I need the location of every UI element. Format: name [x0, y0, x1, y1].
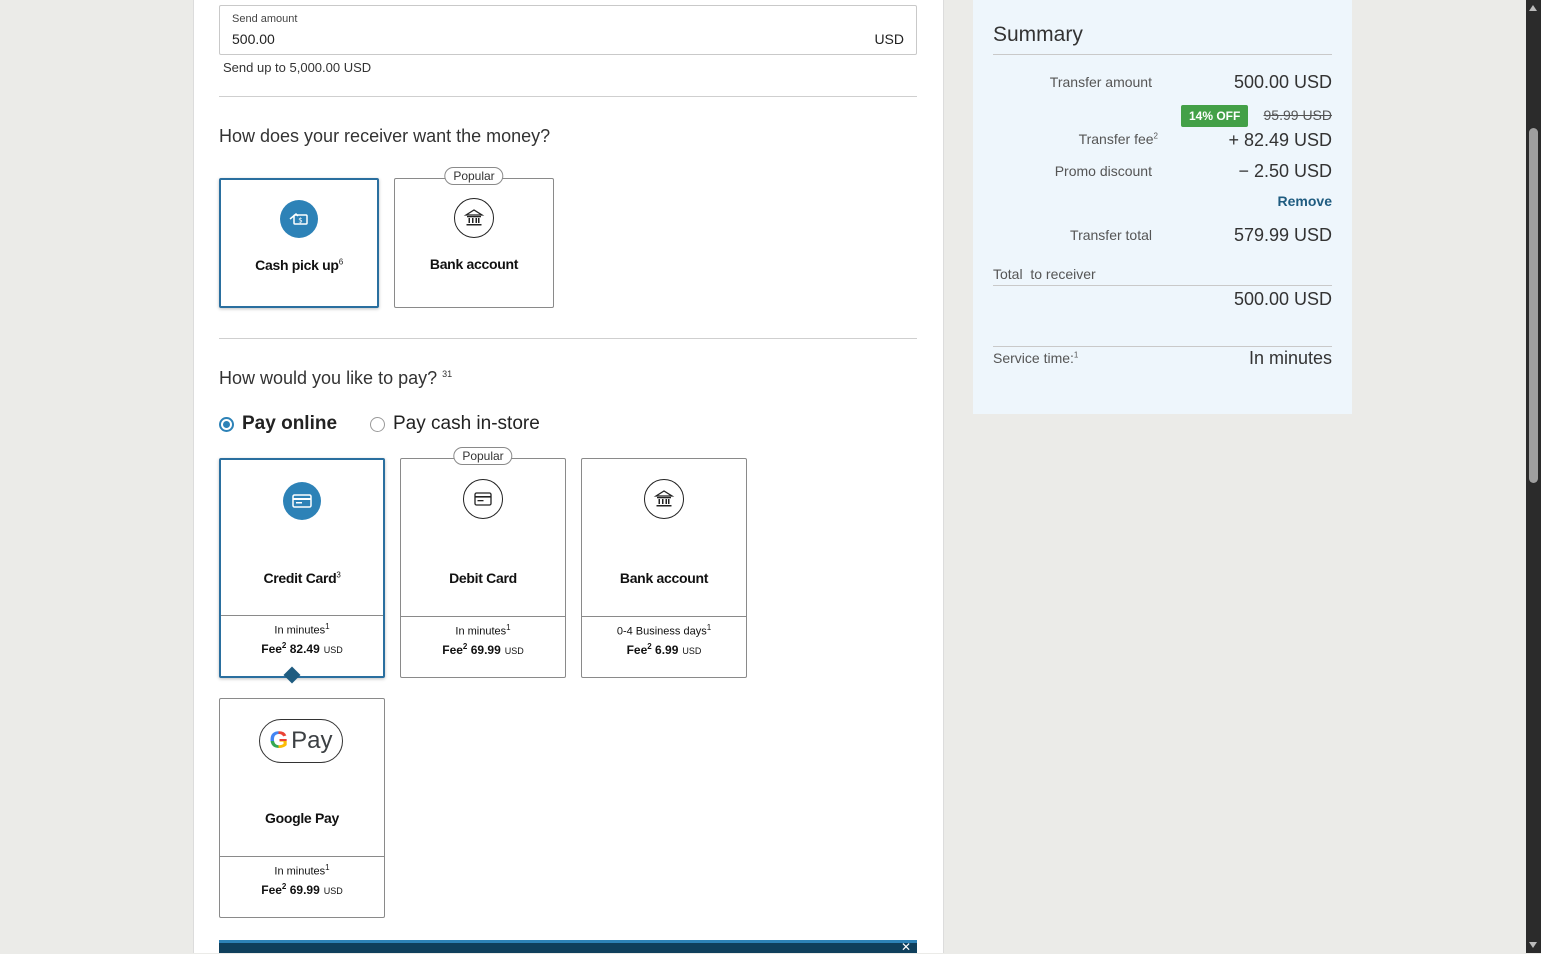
scroll-thumb[interactable] [1529, 128, 1538, 483]
credit-card-icon [283, 482, 321, 520]
divider [219, 96, 917, 97]
footnote-marker: 3 [336, 570, 341, 580]
original-fee: 95.99 USD [1263, 107, 1332, 123]
fee-label: Fee [626, 642, 648, 657]
divider [993, 54, 1332, 55]
pay-method-details: 0-4 Business days1 Fee2 6.99 USD [582, 616, 746, 677]
google-pay-icon: G Pay [259, 719, 343, 763]
pay-online-label: Pay online [242, 413, 338, 434]
footnote-marker: 2 [462, 641, 468, 651]
service-time-label: Service time: [993, 350, 1074, 366]
pay-method-heading: How would you like to pay? [219, 368, 438, 388]
pay-method-label: Credit Card [263, 570, 337, 586]
delivery-time: 0-4 Business days [616, 625, 707, 638]
footnote-marker: 1 [325, 863, 330, 872]
footnote-marker: 31 [442, 369, 453, 379]
send-amount-value[interactable]: 500.00 [232, 31, 275, 47]
pay-method-details: In minutes1 Fee2 69.99 USD [401, 616, 565, 677]
fee-label: Fee [442, 642, 463, 657]
send-limit-text: Send up to 5,000.00 USD [223, 60, 372, 75]
pay-method-label: Debit Card [449, 570, 517, 586]
scroll-down-icon[interactable] [1529, 942, 1537, 948]
cash-hand-icon: $ [280, 200, 318, 238]
delivery-time: In minutes [455, 625, 507, 638]
fee-currency: USD [323, 644, 343, 655]
pay-cash-instore-label: Pay cash in-store [393, 413, 540, 434]
close-icon[interactable]: ✕ [901, 940, 911, 954]
pay-online-radio[interactable]: Pay online [219, 413, 337, 435]
send-amount-label: Send amount [232, 13, 298, 25]
summary-panel: Summary Transfer amount 500.00 USD 14% O… [973, 0, 1352, 414]
total-to-receiver-value: 500.00 USD [1233, 289, 1332, 309]
fee-amount: 69.99 [289, 882, 320, 897]
pay-method-label: Bank account [619, 570, 709, 586]
promo-discount-value: − 2.50 USD [1238, 161, 1332, 181]
pay-method-details: In minutes1 Fee2 82.49 USD [221, 615, 383, 676]
pay-method-debit-card[interactable]: Popular Debit Card In minutes1 Fee2 69.9… [400, 447, 566, 678]
transfer-fee-label: Transfer fee [1078, 131, 1154, 147]
summary-title: Summary [993, 23, 1083, 46]
fee-label: Fee [261, 641, 282, 656]
footnote-marker: 2 [1153, 131, 1158, 141]
receive-option-label: Bank account [429, 256, 519, 272]
footnote-marker: 1 [325, 622, 330, 631]
radio-unchecked-icon [370, 416, 385, 432]
debit-card-icon [463, 479, 503, 519]
receive-option-cash-pickup[interactable]: $ Cash pick up6 [219, 178, 379, 308]
fee-label: Fee [261, 882, 282, 897]
footnote-marker: 2 [281, 640, 287, 650]
pay-cash-instore-radio[interactable]: Pay cash in-store [370, 413, 540, 435]
pay-method-details: In minutes1 Fee2 69.99 USD [220, 856, 384, 917]
pay-method-bank-account[interactable]: Bank account 0-4 Business days1 Fee2 6.9… [581, 458, 747, 678]
footnote-marker: 1 [1073, 350, 1079, 360]
radio-checked-icon [219, 416, 234, 432]
divider [993, 346, 1332, 347]
send-amount-currency: USD [874, 31, 904, 47]
divider [219, 338, 917, 339]
footnote-marker: 6 [338, 257, 343, 267]
fee-currency: USD [682, 645, 702, 656]
google-pay-logo-text: Pay [291, 727, 333, 754]
send-amount-field[interactable]: Send amount 500.00 USD [219, 5, 917, 55]
notification-banner: ✕ [219, 940, 917, 954]
delivery-time: In minutes [274, 865, 326, 878]
popular-tag: Popular [453, 447, 513, 465]
pay-method-credit-card[interactable]: Credit Card3 In minutes1 Fee2 82.49 USD [219, 458, 385, 678]
transfer-total-label: Transfer total [1070, 227, 1152, 243]
divider [993, 285, 1332, 286]
promo-discount-label: Promo discount [1054, 163, 1152, 179]
scrollbar[interactable] [1526, 0, 1541, 953]
receive-option-label: Cash pick up [255, 257, 339, 273]
discount-badge: 14% OFF [1181, 105, 1249, 127]
delivery-time: In minutes [274, 624, 326, 637]
remove-promo-link[interactable]: Remove [1278, 193, 1332, 209]
svg-text:$: $ [298, 217, 302, 225]
total-to-receiver-label: Total to receiver [993, 266, 1096, 282]
popular-tag: Popular [444, 167, 504, 185]
bank-icon [644, 479, 684, 519]
pay-method-google-pay[interactable]: G Pay Google Pay In minutes1 Fee2 69.99 US… [219, 698, 385, 918]
receive-option-bank-account[interactable]: Popular Bank account [394, 167, 554, 308]
fee-amount: 69.99 [470, 642, 501, 657]
transfer-fee-value: + 82.49 USD [1228, 130, 1332, 150]
footnote-marker: 2 [281, 881, 287, 891]
receive-method-heading: How does your receiver want the money? [219, 126, 551, 146]
fee-currency: USD [323, 885, 343, 896]
fee-amount: 6.99 [655, 642, 679, 657]
transfer-amount-value: 500.00 USD [1233, 72, 1332, 92]
fee-currency: USD [504, 645, 524, 656]
transfer-amount-label: Transfer amount [1049, 74, 1152, 90]
transfer-total-value: 579.99 USD [1233, 225, 1332, 245]
pay-method-label: Google Pay [264, 810, 340, 826]
scroll-up-icon[interactable] [1529, 5, 1537, 11]
footnote-marker: 1 [706, 623, 712, 632]
bank-icon [454, 198, 494, 238]
fee-amount: 82.49 [289, 641, 320, 656]
footnote-marker: 1 [506, 623, 511, 632]
service-time-value: In minutes [1248, 348, 1332, 368]
footnote-marker: 2 [647, 641, 652, 651]
